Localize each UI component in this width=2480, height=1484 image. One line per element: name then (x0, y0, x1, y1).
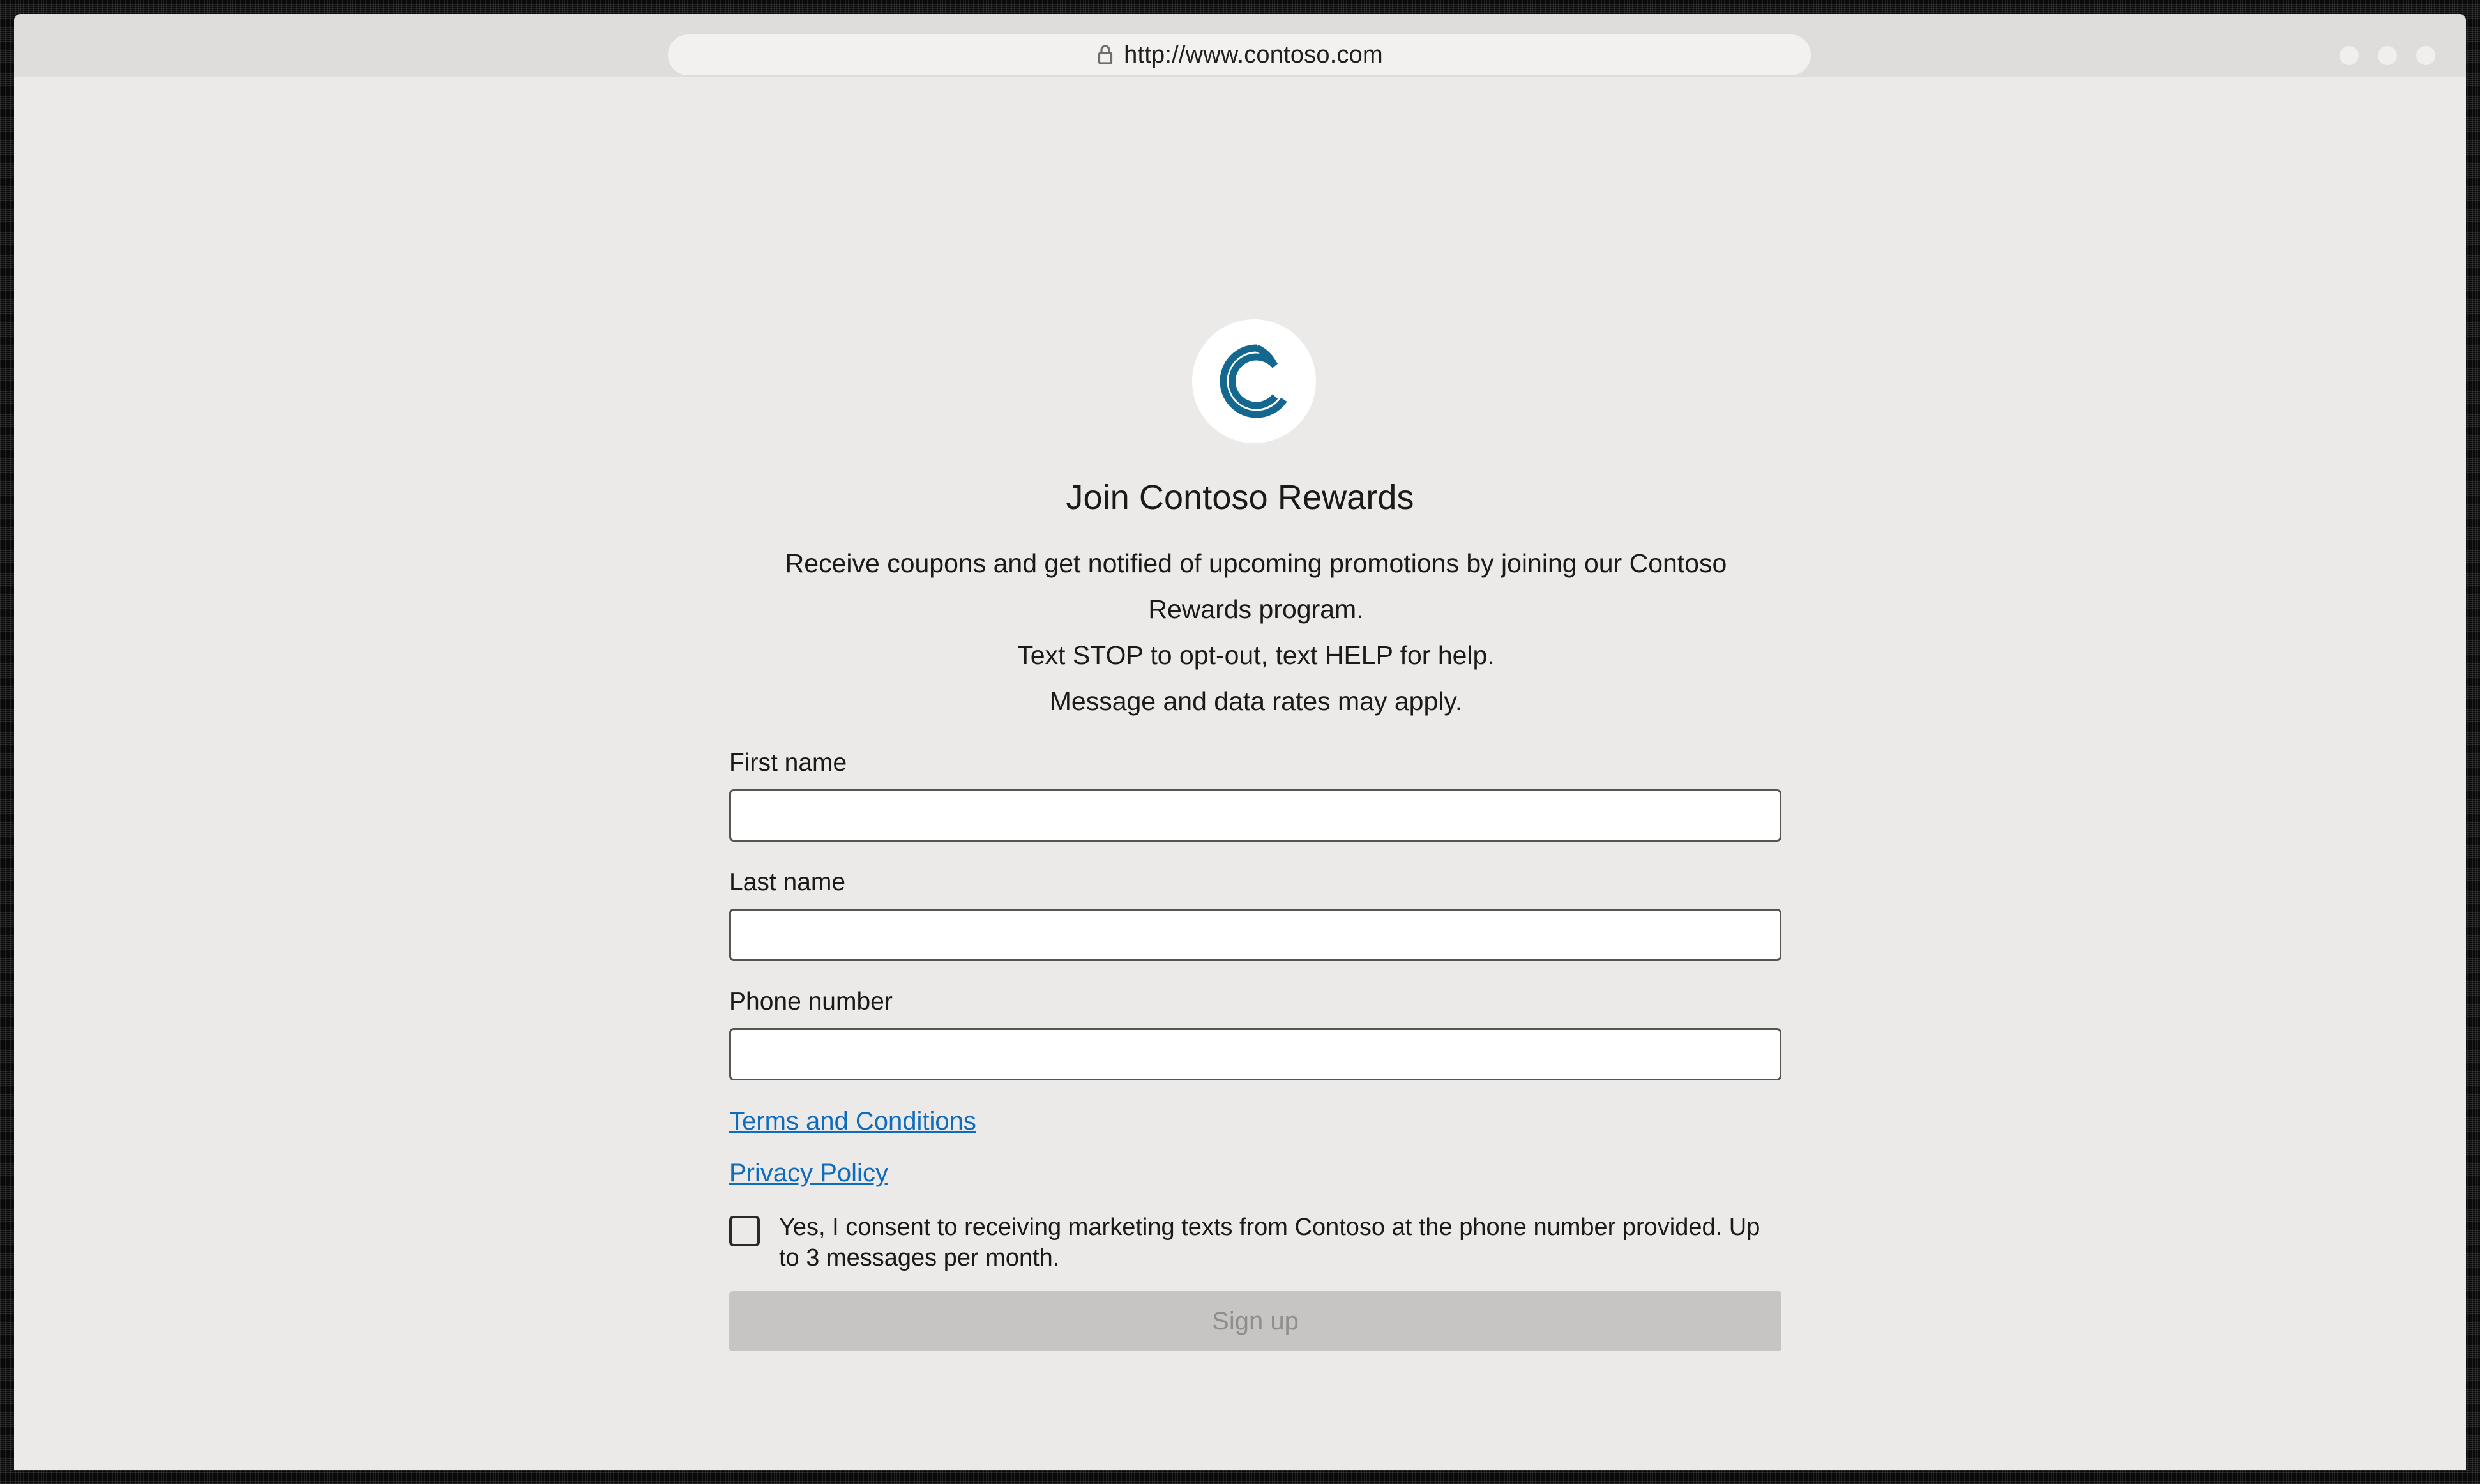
phone-number-field-group: Phone number (729, 989, 1781, 1080)
browser-chrome-toolbar: http://www.contoso.com (14, 14, 2466, 77)
terms-and-conditions-link[interactable]: Terms and Conditions (729, 1109, 976, 1134)
last-name-field-group: Last name (729, 870, 1781, 961)
privacy-policy-link[interactable]: Privacy Policy (729, 1160, 888, 1186)
maximize-dot[interactable] (2378, 46, 2397, 65)
last-name-input[interactable] (729, 909, 1781, 961)
last-name-label: Last name (729, 868, 846, 896)
page-title: Join Contoso Rewards (1066, 478, 1414, 517)
first-name-label: First name (729, 749, 847, 776)
signup-button[interactable]: Sign up (729, 1291, 1781, 1351)
window-frame-border: http://www.contoso.com Join Contoso Rewa… (0, 0, 2480, 1484)
consent-checkbox[interactable] (729, 1216, 760, 1246)
phone-number-label: Phone number (729, 988, 893, 1015)
sms-rates-line: Message and data rates may apply. (1049, 686, 1463, 716)
consent-label: Yes, I consent to receiving marketing te… (779, 1214, 1760, 1271)
sms-info-paragraph: Text STOP to opt-out, text HELP for help… (748, 632, 1764, 724)
first-name-input[interactable] (729, 789, 1781, 842)
close-dot[interactable] (2416, 46, 2435, 65)
consent-row: Yes, I consent to receiving marketing te… (729, 1212, 1781, 1273)
window-controls (2340, 46, 2435, 65)
minimize-dot[interactable] (2340, 46, 2359, 65)
first-name-field-group: First name (729, 750, 1781, 842)
url-bar[interactable]: http://www.contoso.com (668, 34, 1811, 75)
phone-number-input[interactable] (729, 1028, 1781, 1080)
intro-paragraph: Receive coupons and get notified of upco… (785, 549, 1727, 624)
page-viewport: Join Contoso Rewards Receive coupons and… (14, 77, 2466, 1470)
lock-icon (1096, 43, 1115, 66)
browser-window: http://www.contoso.com Join Contoso Rewa… (14, 14, 2466, 1470)
contoso-double-c-logo-icon (1209, 337, 1299, 426)
sms-opt-out-line: Text STOP to opt-out, text HELP for help… (1017, 640, 1495, 670)
url-text: http://www.contoso.com (1124, 41, 1383, 68)
signup-form: First name Last name Phone number Terms … (729, 750, 1781, 1351)
contoso-logo (1192, 319, 1316, 443)
